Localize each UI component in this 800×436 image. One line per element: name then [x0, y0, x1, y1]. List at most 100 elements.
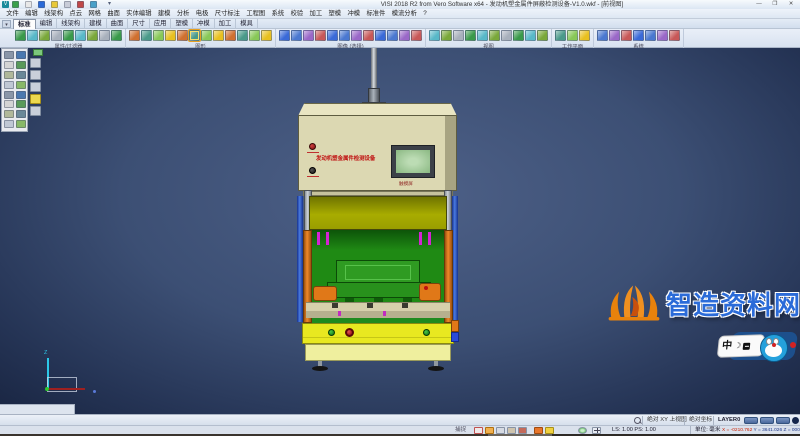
view-strip-icon[interactable]: [33, 49, 43, 56]
toolbar-icon[interactable]: [609, 30, 620, 41]
toolbar-icon[interactable]: [513, 30, 524, 41]
menu-item[interactable]: 电极: [193, 9, 212, 19]
toolbar-icon[interactable]: [633, 30, 644, 41]
menu-item[interactable]: 实体编辑: [123, 9, 155, 19]
app-icon[interactable]: V: [2, 1, 9, 8]
undo-icon[interactable]: [77, 1, 84, 8]
palette-icon[interactable]: [4, 100, 14, 108]
toolbar-icon[interactable]: [27, 30, 38, 41]
toolbar-icon[interactable]: [153, 30, 164, 41]
toolbar-icon[interactable]: [39, 30, 50, 41]
toolbar-icon[interactable]: [657, 30, 668, 41]
ime-menu-icon[interactable]: [743, 342, 751, 349]
menu-item[interactable]: 校验: [287, 9, 306, 19]
toolbar-icon[interactable]: [129, 30, 140, 41]
palette-icon[interactable]: [16, 110, 26, 118]
toolbar-icon[interactable]: [141, 30, 152, 41]
menu-item[interactable]: 线架构: [41, 9, 66, 19]
toolbar-icon[interactable]: [567, 30, 578, 41]
menu-item[interactable]: 冲模: [344, 9, 363, 19]
toolbar-icon[interactable]: [489, 30, 500, 41]
toolbar-icon[interactable]: [555, 30, 566, 41]
tab-5[interactable]: 曲面: [107, 19, 129, 29]
toolbar-icon[interactable]: [51, 30, 62, 41]
toolbar-icon[interactable]: [477, 30, 488, 41]
toolbar-icon[interactable]: [261, 30, 272, 41]
menu-item[interactable]: 分析: [174, 9, 193, 19]
menu-item[interactable]: 点云: [66, 9, 85, 19]
status-blue-button-1[interactable]: [744, 417, 758, 424]
toolbar-icon[interactable]: [291, 30, 302, 41]
minimize-button[interactable]: —: [752, 0, 766, 9]
status-blue-button-3[interactable]: [776, 417, 790, 424]
menu-item[interactable]: 模流分析: [389, 9, 421, 19]
palette-icon[interactable]: [4, 61, 14, 69]
toolbar-icon[interactable]: [429, 30, 440, 41]
toolbar-icon[interactable]: [225, 30, 236, 41]
palette-icon[interactable]: [16, 71, 26, 79]
status-blue-button-2[interactable]: [760, 417, 774, 424]
maximize-button[interactable]: ❐: [768, 0, 782, 9]
tab-1[interactable]: 标准: [13, 19, 36, 29]
toolbar-icon[interactable]: [375, 30, 386, 41]
tab-10[interactable]: 加工: [215, 19, 237, 29]
ime-pill[interactable]: 中 ☽: [717, 334, 766, 358]
menu-item[interactable]: 系统: [268, 9, 287, 19]
palette-icon[interactable]: [16, 120, 26, 128]
toolbar-icon[interactable]: [87, 30, 98, 41]
menu-item[interactable]: 网格: [85, 9, 104, 19]
palette-icon[interactable]: [4, 110, 14, 118]
toolbar-icon[interactable]: [339, 30, 350, 41]
timer-icon[interactable]: [578, 427, 587, 434]
crosshair-icon[interactable]: [592, 427, 601, 434]
save-icon[interactable]: [38, 1, 45, 8]
toolbar-icon[interactable]: [165, 30, 176, 41]
snap-icon-quad[interactable]: [545, 427, 554, 434]
menu-item[interactable]: 曲面: [104, 9, 123, 19]
menu-item[interactable]: 尺寸标注: [212, 9, 244, 19]
redo-icon[interactable]: [90, 1, 97, 8]
toolbar-icon[interactable]: [327, 30, 338, 41]
import-icon[interactable]: [51, 1, 58, 8]
new-document-icon[interactable]: [12, 1, 19, 8]
toolbar-icon[interactable]: [399, 30, 410, 41]
toolbar-icon[interactable]: [645, 30, 656, 41]
active-layer-indicator[interactable]: LAYER0: [713, 416, 740, 425]
palette-icon[interactable]: [4, 120, 14, 128]
tab-11[interactable]: 模具: [236, 19, 258, 29]
menu-item[interactable]: ?: [420, 9, 430, 19]
toolbar-icon[interactable]: [177, 30, 188, 41]
toolbar-icon[interactable]: [669, 30, 680, 41]
toolbar-icon[interactable]: [279, 30, 290, 41]
tab-9[interactable]: 冲模: [193, 19, 215, 29]
toolbar-icon[interactable]: [465, 30, 476, 41]
toolbar-icon[interactable]: [189, 30, 200, 41]
palette-icon[interactable]: [16, 81, 26, 89]
close-button[interactable]: ✕: [784, 0, 798, 9]
print-icon[interactable]: [64, 1, 71, 8]
tab-2[interactable]: 编辑: [36, 19, 58, 29]
toolbar-icon[interactable]: [303, 30, 314, 41]
toolbar-icon[interactable]: [597, 30, 608, 41]
snap-icon-point[interactable]: [474, 427, 483, 434]
coordinate-mode-indicator[interactable]: 绝对坐标: [684, 416, 712, 425]
toolbar-icon[interactable]: [387, 30, 398, 41]
palette-icon[interactable]: [16, 91, 26, 99]
toolbar-icon[interactable]: [453, 30, 464, 41]
snap-icon-center[interactable]: [507, 427, 516, 434]
tab-6[interactable]: 尺寸: [128, 19, 150, 29]
view-button-4-selected[interactable]: [30, 94, 41, 104]
toolbar-icon[interactable]: [363, 30, 374, 41]
open-folder-icon[interactable]: [25, 1, 32, 8]
toolbar-icon[interactable]: [15, 30, 26, 41]
ime-moon-icon[interactable]: ☽: [734, 342, 742, 350]
toolbar-icon[interactable]: [351, 30, 362, 41]
tab-3[interactable]: 线架构: [57, 19, 85, 29]
toolbar-options-dropdown-icon[interactable]: ▾: [2, 20, 11, 28]
toolbar-icon[interactable]: [201, 30, 212, 41]
palette-icon[interactable]: [16, 100, 26, 108]
toolbar-icon[interactable]: [111, 30, 122, 41]
toolbar-icon[interactable]: [249, 30, 260, 41]
toolbar-icon[interactable]: [579, 30, 590, 41]
toolbar-icon[interactable]: [75, 30, 86, 41]
